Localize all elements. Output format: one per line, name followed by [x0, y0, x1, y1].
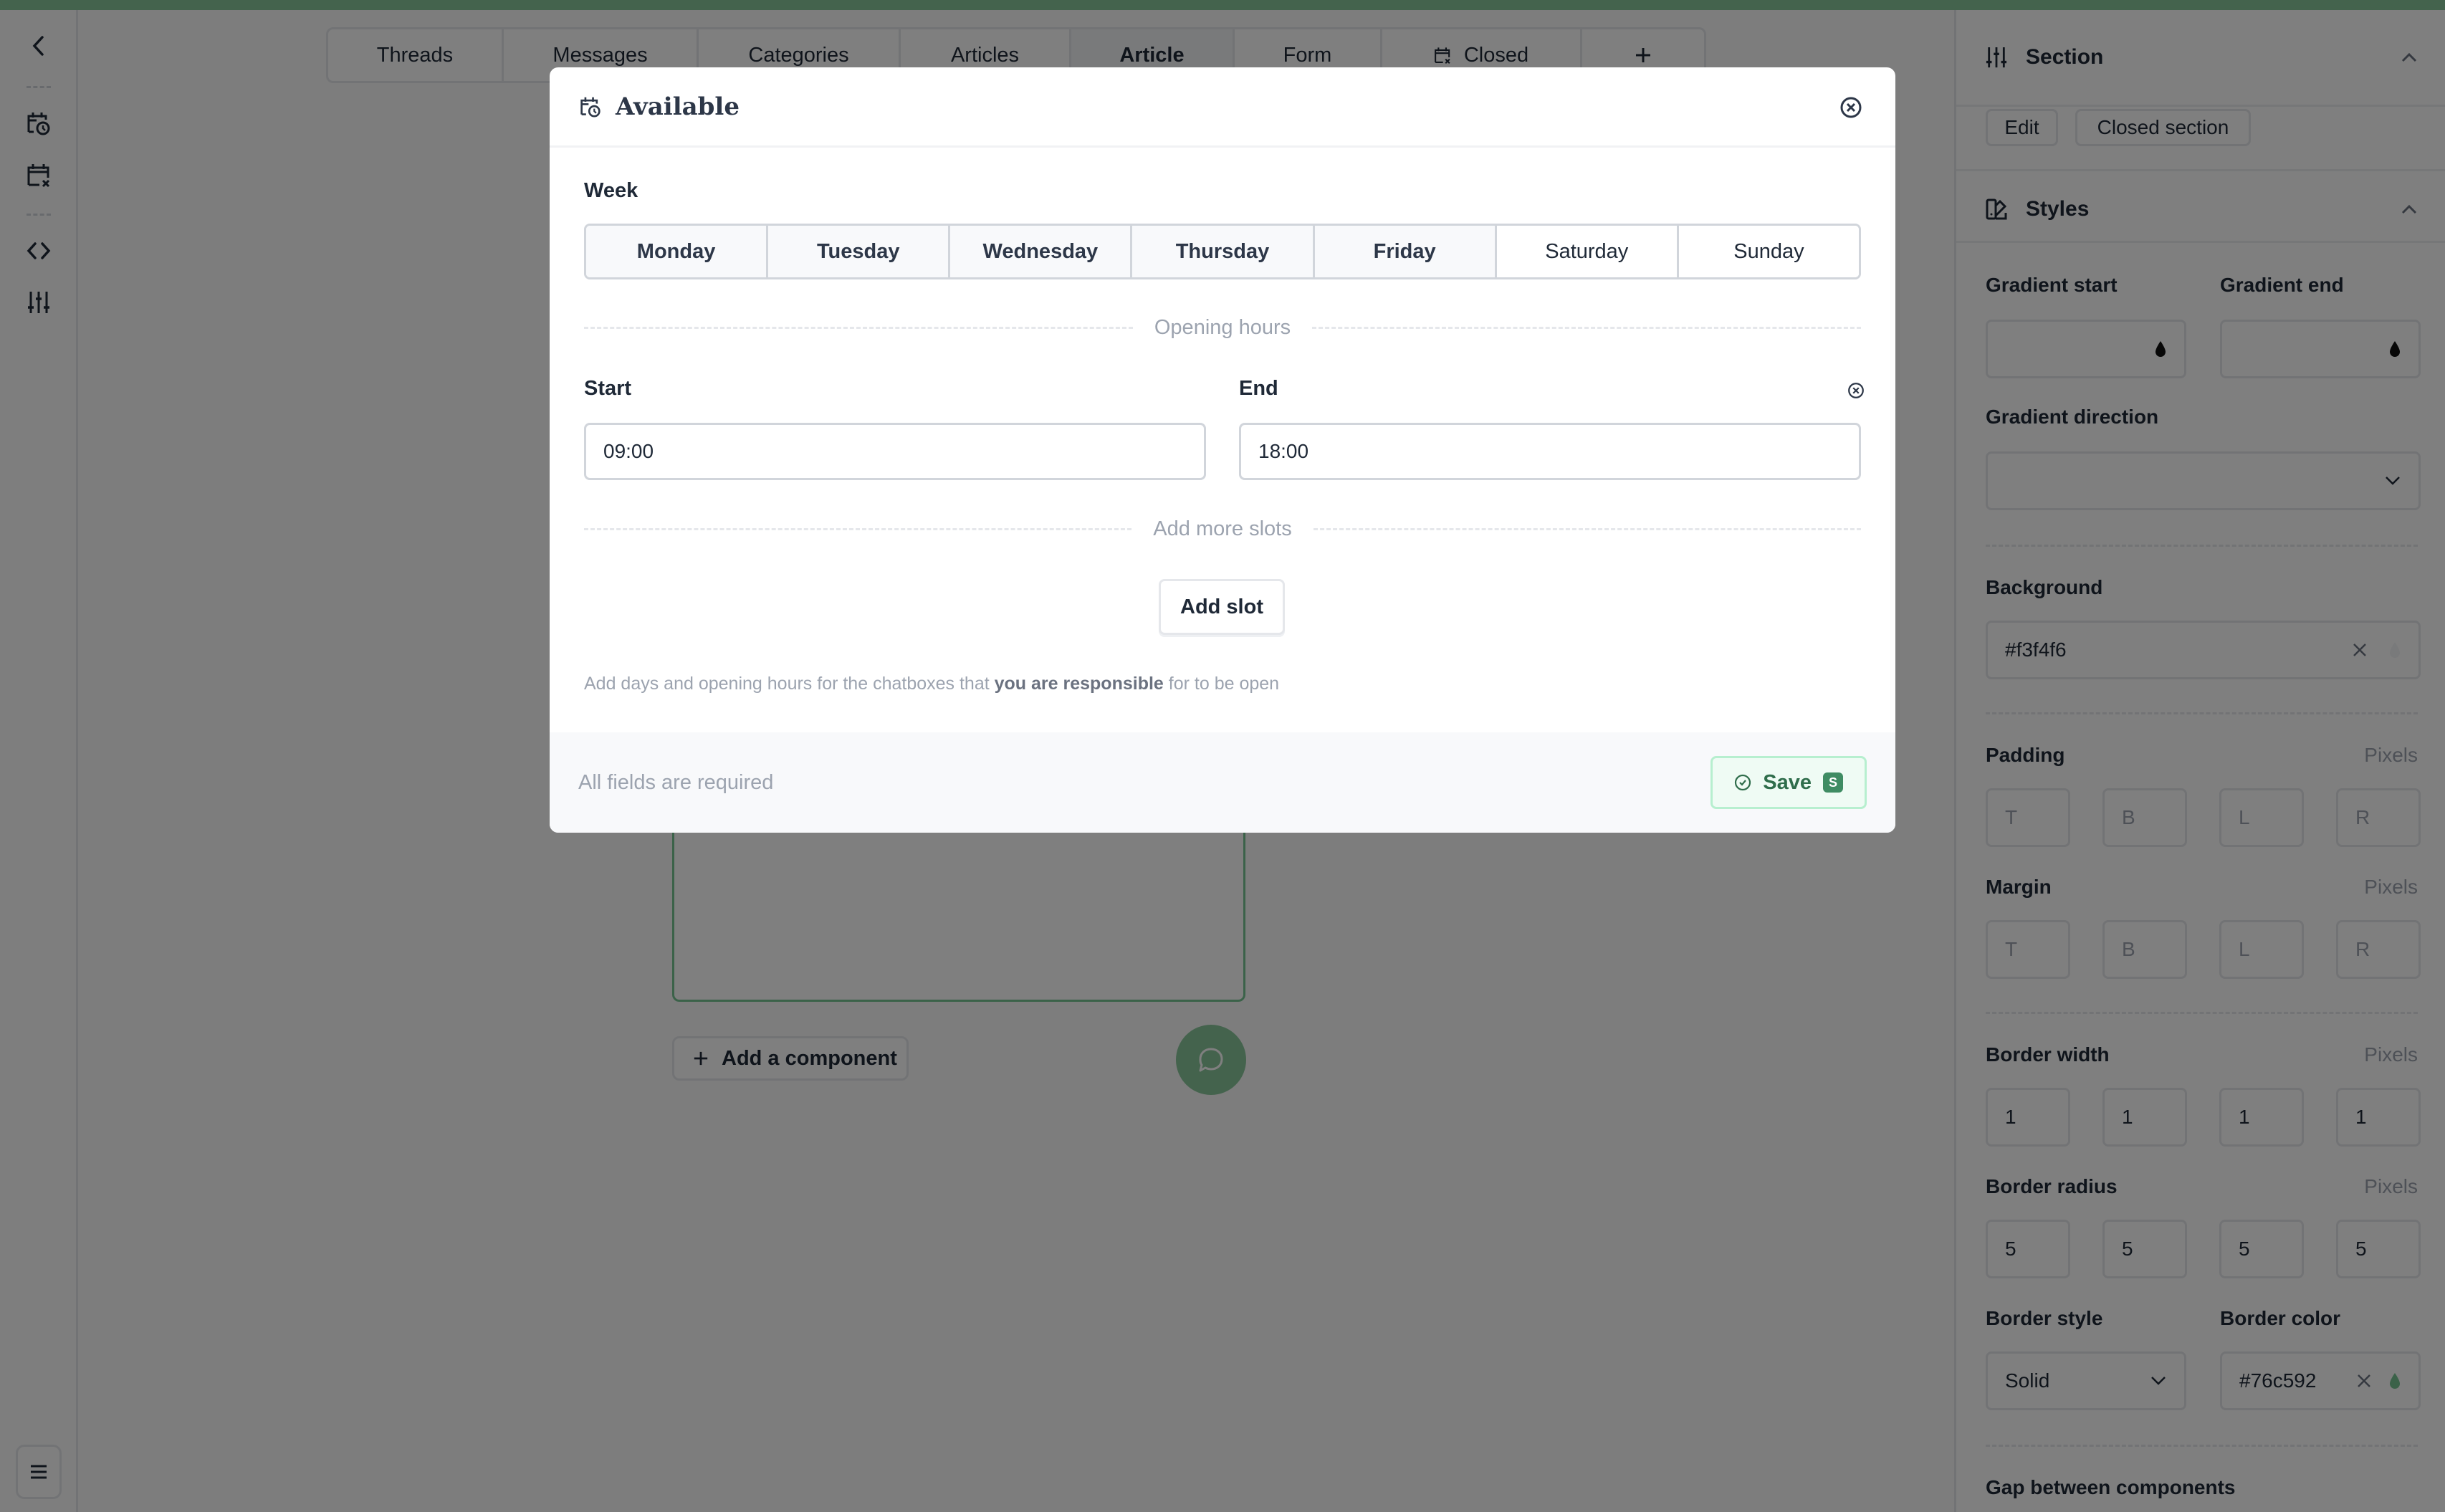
day-label: Monday — [636, 239, 716, 263]
day-label: Saturday — [1545, 239, 1629, 263]
keyboard-shortcut-badge: S — [1823, 772, 1843, 793]
dashed-line — [1312, 326, 1861, 329]
end-time-value: 18:00 — [1258, 440, 1309, 462]
close-circle-icon — [1839, 96, 1862, 119]
save-label: Save — [1763, 770, 1812, 794]
end-label: End — [1239, 377, 1278, 400]
availability-modal: Available Week Monday Tuesday Wednesday … — [550, 67, 1895, 833]
day-label: Sunday — [1733, 239, 1804, 263]
day-toggle-thursday[interactable]: Thursday — [1132, 226, 1315, 277]
day-toggle-tuesday[interactable]: Tuesday — [768, 226, 951, 277]
required-fields-note: All fields are required — [578, 770, 774, 794]
start-time-input[interactable]: 09:00 — [584, 423, 1206, 480]
calendar-clock-icon — [580, 95, 601, 118]
modal-footer: All fields are required Save S — [550, 732, 1895, 833]
week-label: Week — [584, 179, 638, 202]
day-label: Wednesday — [982, 239, 1099, 263]
help-text-prefix: Add days and opening hours for the chatb… — [584, 674, 995, 694]
add-more-slots-label: Add more slots — [1153, 517, 1292, 540]
day-toggle-monday[interactable]: Monday — [586, 226, 769, 277]
modal-header: Available — [550, 67, 1895, 148]
day-toggle-wednesday[interactable]: Wednesday — [950, 226, 1133, 277]
close-circle-icon — [1847, 382, 1865, 399]
modal-title: Available — [616, 92, 740, 121]
weekday-selector: Monday Tuesday Wednesday Thursday Friday… — [584, 224, 1861, 279]
opening-hours-label: Opening hours — [1154, 315, 1291, 339]
day-toggle-sunday[interactable]: Sunday — [1678, 226, 1859, 277]
dashed-line — [1313, 527, 1862, 530]
save-button[interactable]: Save S — [1710, 756, 1867, 809]
day-label: Tuesday — [816, 239, 900, 263]
help-text-bold: you are responsible — [994, 674, 1164, 694]
day-label: Friday — [1373, 239, 1436, 263]
help-text: Add days and opening hours for the chatb… — [584, 674, 1279, 694]
end-time-input[interactable]: 18:00 — [1239, 423, 1861, 480]
start-label: Start — [584, 377, 632, 400]
check-circle-icon — [1734, 774, 1751, 791]
day-label: Thursday — [1175, 239, 1270, 263]
dashed-line — [584, 527, 1132, 530]
add-slot-button[interactable]: Add slot — [1159, 579, 1285, 635]
add-slot-label: Add slot — [1180, 595, 1263, 618]
help-text-suffix: for to be open — [1163, 674, 1280, 694]
opening-hours-divider: Opening hours — [584, 313, 1861, 342]
add-more-slots-divider: Add more slots — [584, 515, 1862, 543]
close-modal-button[interactable] — [1837, 93, 1865, 122]
start-time-value: 09:00 — [603, 440, 654, 462]
day-toggle-friday[interactable]: Friday — [1314, 226, 1497, 277]
dashed-line — [584, 326, 1133, 329]
day-toggle-saturday[interactable]: Saturday — [1496, 226, 1679, 277]
remove-slot-button[interactable] — [1845, 380, 1867, 401]
